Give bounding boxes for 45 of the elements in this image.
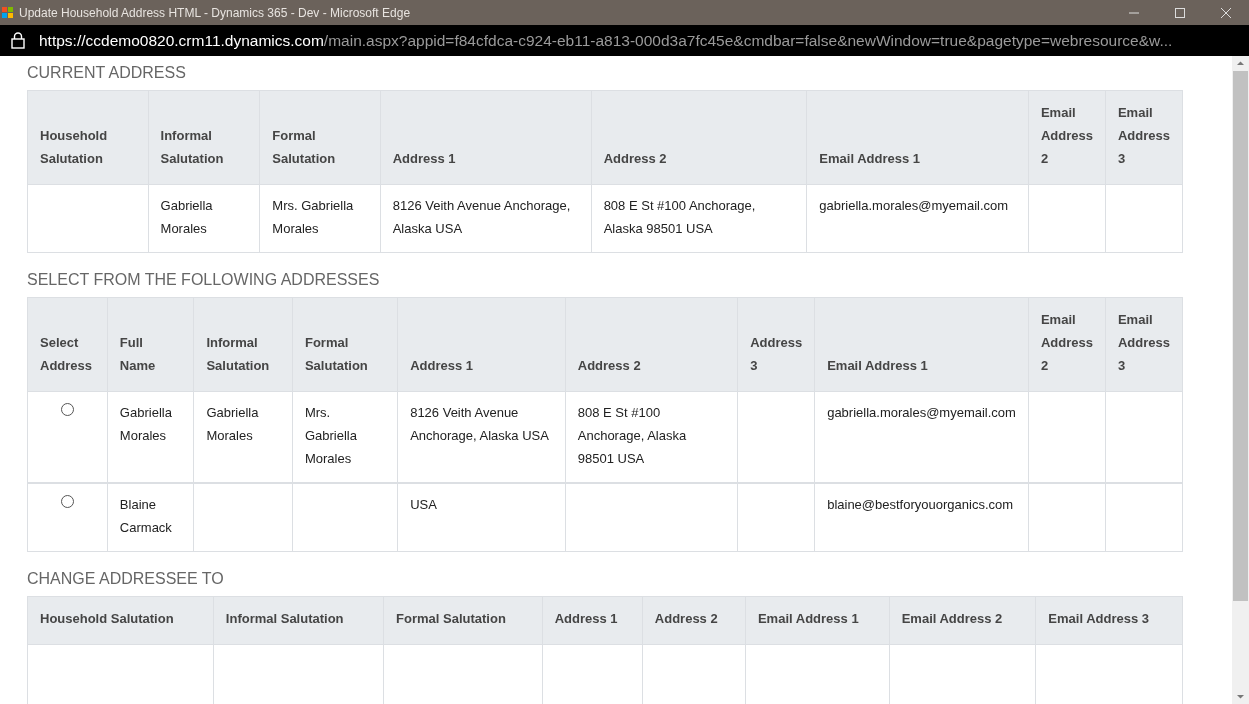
column-header: Formal Salutation [292, 297, 398, 392]
column-header: Email Address 2 [1028, 90, 1106, 185]
column-header: Email Address 1 [814, 297, 1029, 392]
column-header: Email Address 1 [745, 596, 890, 645]
lock-icon [11, 32, 25, 49]
radio-button[interactable] [60, 495, 74, 508]
table-cell: Gabriella Morales [148, 184, 260, 253]
table-cell: USA [397, 483, 566, 552]
column-header: Address 1 [397, 297, 566, 392]
window-title: Update Household Address HTML - Dynamics 365 - Dev - Microsoft Edge [19, 5, 412, 20]
column-header: Address 2 [591, 90, 807, 185]
table-cell: blaine@bestforyouorganics.com [814, 483, 1029, 552]
column-header: Address 3 [737, 297, 815, 392]
maximize-icon [1175, 7, 1185, 18]
column-header: Formal Salutation [259, 90, 381, 185]
scrollbar-thumb[interactable] [1233, 71, 1248, 601]
column-header: Email Address 1 [806, 90, 1029, 185]
column-header: Informal Salutation [213, 596, 384, 645]
windows-logo-icon [2, 7, 13, 18]
column-header: Informal Salutation [148, 90, 260, 185]
column-header: Household Salutation [27, 596, 214, 645]
column-header: Address 1 [542, 596, 643, 645]
column-header: Full Name [107, 297, 194, 392]
table-cell: 808 E St #100 Anchorage, Alaska 98501 USA [591, 184, 807, 253]
column-header: Email Address 2 [889, 596, 1036, 645]
column-header: Email Address 2 [1028, 297, 1106, 392]
section-heading: CHANGE ADDRESSEE TO [27, 570, 225, 588]
table-cell: gabriella.morales@myemail.com [806, 184, 1029, 253]
column-header: Select Address [27, 297, 108, 392]
column-header: Email Address 3 [1105, 90, 1183, 185]
column-header: Address 1 [380, 90, 592, 185]
column-header: Address 2 [565, 297, 738, 392]
close-icon [1221, 7, 1231, 18]
section-heading: CURRENT ADDRESS [27, 64, 187, 82]
table-cell: 8126 Veith Avenue Anchorage, Alaska USA [380, 184, 592, 253]
radio-button[interactable] [60, 403, 74, 416]
column-header: Address 2 [642, 596, 746, 645]
column-header: Formal Salutation [383, 596, 543, 645]
column-header: Email Address 3 [1105, 297, 1183, 392]
table-cell: Blaine Carmack [107, 483, 194, 552]
column-header: Informal Salutation [193, 297, 293, 392]
column-header: Household Salutation [27, 90, 149, 185]
table-cell: Mrs. Gabriella Morales [259, 184, 381, 253]
section-heading: SELECT FROM THE FOLLOWING ADDRESSES [27, 271, 381, 289]
column-header: Email Address 3 [1035, 596, 1183, 645]
